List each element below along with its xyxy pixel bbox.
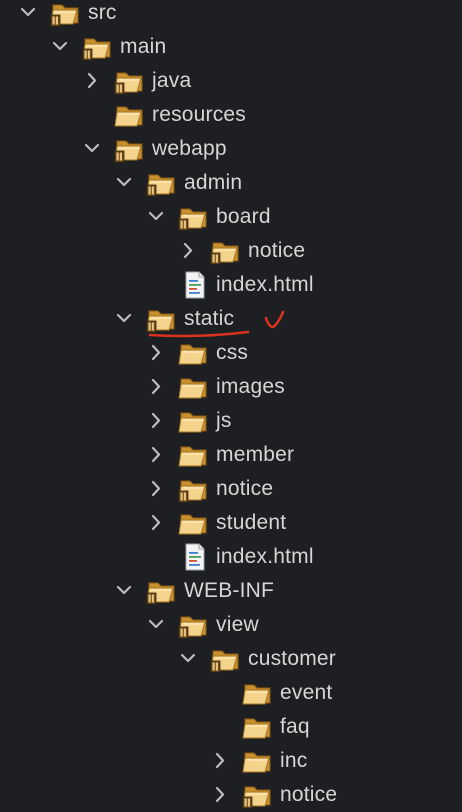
package-folder-icon	[146, 304, 180, 334]
tree-item-view[interactable]: view	[0, 608, 462, 642]
chevron-right-icon[interactable]	[142, 339, 170, 367]
tree-item-main[interactable]: main	[0, 30, 462, 64]
tree-item-notice[interactable]: notice	[0, 234, 462, 268]
chevron-right-icon[interactable]	[142, 373, 170, 401]
chevron-down-icon[interactable]	[174, 645, 202, 673]
folder-icon	[178, 372, 212, 402]
folder-icon	[178, 508, 212, 538]
tree-item-label: admin	[184, 171, 243, 194]
tree-item-label: css	[216, 341, 249, 364]
tree-item-label: src	[88, 1, 117, 24]
chevron-right-icon[interactable]	[78, 67, 106, 95]
package-folder-icon	[82, 32, 116, 62]
tree-item-src[interactable]: src	[0, 0, 462, 30]
tree-item-label: index.html	[216, 545, 314, 568]
tree-item-label: customer	[248, 647, 336, 670]
tree-item-notice[interactable]: notice	[0, 472, 462, 506]
tree-item-webapp[interactable]: webapp	[0, 132, 462, 166]
package-folder-icon	[146, 168, 180, 198]
tree-item-images[interactable]: images	[0, 370, 462, 404]
chevron-down-icon[interactable]	[110, 169, 138, 197]
package-folder-icon	[242, 780, 276, 810]
tree-item-board[interactable]: board	[0, 200, 462, 234]
tree-item-label: notice	[280, 783, 338, 806]
tree-item-student[interactable]: student	[0, 506, 462, 540]
chevron-down-icon[interactable]	[142, 611, 170, 639]
package-folder-icon	[210, 236, 244, 266]
tree-item-admin[interactable]: admin	[0, 166, 462, 200]
tree-item-faq[interactable]: faq	[0, 710, 462, 744]
chevron-right-icon[interactable]	[206, 781, 234, 809]
tree-item-label: static	[184, 307, 235, 330]
tree-item-label: js	[216, 409, 232, 432]
folder-icon	[242, 678, 276, 708]
tree-item-label: images	[216, 375, 285, 398]
package-folder-icon	[50, 0, 84, 28]
folder-icon	[242, 746, 276, 776]
tree-item-event[interactable]: event	[0, 676, 462, 710]
chevron-right-icon[interactable]	[142, 407, 170, 435]
package-folder-icon	[178, 202, 212, 232]
chevron-right-icon[interactable]	[142, 475, 170, 503]
tree-item-resources[interactable]: resources	[0, 98, 462, 132]
chevron-right-icon[interactable]	[174, 237, 202, 265]
tree-item-label: inc	[280, 749, 308, 772]
tree-item-label: faq	[280, 715, 310, 738]
html-file-icon	[178, 270, 212, 300]
tree-item-index-html[interactable]: index.html	[0, 268, 462, 302]
tree-item-label: member	[216, 443, 295, 466]
tree-item-java[interactable]: java	[0, 64, 462, 98]
chevron-down-icon[interactable]	[142, 203, 170, 231]
tree-item-notice[interactable]: notice	[0, 778, 462, 812]
tree-item-label: resources	[152, 103, 247, 126]
chevron-right-icon[interactable]	[142, 441, 170, 469]
chevron-down-icon[interactable]	[46, 33, 74, 61]
tree-item-label: notice	[248, 239, 306, 262]
tree-item-web-inf[interactable]: WEB-INF	[0, 574, 462, 608]
tree-item-js[interactable]: js	[0, 404, 462, 438]
folder-icon	[242, 712, 276, 742]
chevron-down-icon[interactable]	[14, 0, 42, 27]
tree-item-label: view	[216, 613, 259, 636]
tree-item-label: student	[216, 511, 287, 534]
html-file-icon	[178, 542, 212, 572]
tree-item-label: java	[152, 69, 192, 92]
tree-item-customer[interactable]: customer	[0, 642, 462, 676]
package-folder-icon	[178, 474, 212, 504]
tree-item-label: index.html	[216, 273, 314, 296]
package-folder-icon	[178, 610, 212, 640]
tree-item-label: event	[280, 681, 333, 704]
tree-item-index-html[interactable]: index.html	[0, 540, 462, 574]
chevron-down-icon[interactable]	[110, 577, 138, 605]
tree-item-label: notice	[216, 477, 274, 500]
tree-item-label: webapp	[152, 137, 227, 160]
folder-icon	[178, 406, 212, 436]
package-folder-icon	[210, 644, 244, 674]
tree-item-static[interactable]: static	[0, 302, 462, 336]
package-folder-icon	[114, 134, 148, 164]
tree-item-inc[interactable]: inc	[0, 744, 462, 778]
package-folder-icon	[114, 66, 148, 96]
tree-item-member[interactable]: member	[0, 438, 462, 472]
chevron-down-icon[interactable]	[110, 305, 138, 333]
tree-item-label: main	[120, 35, 167, 58]
folder-icon	[178, 338, 212, 368]
project-explorer-tree: src main java resources webapp admin board noti…	[0, 0, 462, 812]
chevron-right-icon[interactable]	[142, 509, 170, 537]
folder-icon	[114, 100, 148, 130]
tree-item-label: board	[216, 205, 271, 228]
folder-icon	[178, 440, 212, 470]
tree-item-label: WEB-INF	[184, 579, 275, 602]
chevron-down-icon[interactable]	[78, 135, 106, 163]
package-folder-icon	[146, 576, 180, 606]
chevron-right-icon[interactable]	[206, 747, 234, 775]
tree-item-css[interactable]: css	[0, 336, 462, 370]
